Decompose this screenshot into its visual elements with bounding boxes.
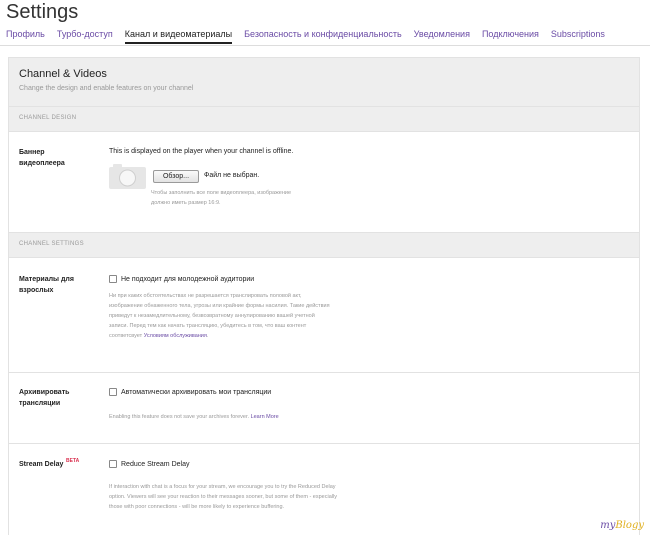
tab-channel-videos[interactable]: Канал и видеоматериалы	[124, 28, 233, 44]
section-header-channel-design: CHANNEL DESIGN	[9, 106, 639, 132]
terms-of-service-link[interactable]: Условиям обслуживания	[144, 333, 207, 339]
file-status: Файл не выбран.	[204, 172, 260, 179]
mature-hint-line: Ни при каких обстоятельствах не разрешае…	[109, 293, 302, 299]
watermark-part-2: Blogy	[615, 520, 644, 531]
stream-delay-checkbox[interactable]	[109, 460, 117, 468]
mature-hint-line: записи. Перед тем как начать трансляцию,…	[109, 323, 307, 329]
stream-delay-hint-line: those with poor connections - will be mo…	[109, 504, 285, 510]
mature-hint-line: изображение обнаженного тела, угрозы или…	[109, 303, 330, 309]
stream-delay-hint-line: option. Viewers will see your reaction t…	[109, 494, 337, 500]
archive-hint-text: Enabling this feature does not save your…	[109, 414, 251, 420]
mature-label: Материалы для взрослых	[19, 276, 74, 294]
banner-hint-line: Чтобы заполнить все поле видеоплеера, из…	[151, 190, 292, 196]
row-divider	[9, 443, 639, 444]
stream-delay-checkbox-label[interactable]: Reduce Stream Delay	[121, 461, 189, 468]
stream-delay-label-text: Stream Delay	[19, 461, 64, 468]
mature-checkbox-label[interactable]: Не подходит для молодежной аудитории	[121, 276, 254, 283]
camera-icon	[109, 163, 146, 189]
watermark-logo: myBlogy	[600, 520, 644, 531]
mature-hint-suffix: .	[206, 333, 209, 339]
mature-hint: Ни при каких обстоятельствах не разрешае…	[109, 291, 330, 341]
row-divider	[9, 372, 639, 373]
mature-checkbox[interactable]	[109, 275, 117, 283]
tabs-divider	[0, 45, 650, 46]
banner-label: Баннер видеоплеера	[19, 149, 65, 167]
section-header-channel-settings: CHANNEL SETTINGS	[9, 232, 639, 258]
learn-more-link[interactable]: Learn More	[251, 414, 279, 420]
browse-file-button[interactable]: Обзор...	[153, 170, 199, 183]
page-title: Settings	[6, 1, 79, 23]
stream-delay-label: Stream Delay BETA	[19, 458, 80, 470]
banner-description: This is displayed on the player when you…	[109, 148, 294, 155]
stream-delay-hint-line: If interaction with chat is a focus for …	[109, 484, 336, 490]
banner-hint: Чтобы заполнить все поле видеоплеера, из…	[151, 188, 291, 208]
beta-badge: BETA	[66, 458, 80, 464]
archive-checkbox[interactable]	[109, 388, 117, 396]
stream-delay-hint: If interaction with chat is a focus for …	[109, 482, 337, 512]
channel-videos-card: Channel & Videos Change the design and e…	[8, 57, 640, 535]
archive-checkbox-label[interactable]: Автоматически архивировать мои трансляци…	[121, 389, 271, 396]
archive-hint: Enabling this feature does not save your…	[109, 412, 279, 422]
mature-hint-text: соответсвует	[109, 333, 144, 339]
mature-hint-line: соответсвует Условиям обслуживания.	[109, 331, 330, 341]
section-label: CHANNEL DESIGN	[19, 115, 77, 121]
section-label: CHANNEL SETTINGS	[19, 241, 84, 247]
card-subtitle: Change the design and enable features on…	[19, 85, 194, 92]
banner-hint-line: должно иметь размер 16:9.	[151, 200, 221, 206]
watermark-part-1: my	[600, 520, 616, 531]
archive-label: Архивировать трансляции	[19, 389, 70, 407]
mature-hint-line: приведут к незамедлительному, безвозврат…	[109, 313, 315, 319]
card-title: Channel & Videos	[19, 68, 107, 80]
card-header: Channel & Videos Change the design and e…	[9, 58, 639, 106]
